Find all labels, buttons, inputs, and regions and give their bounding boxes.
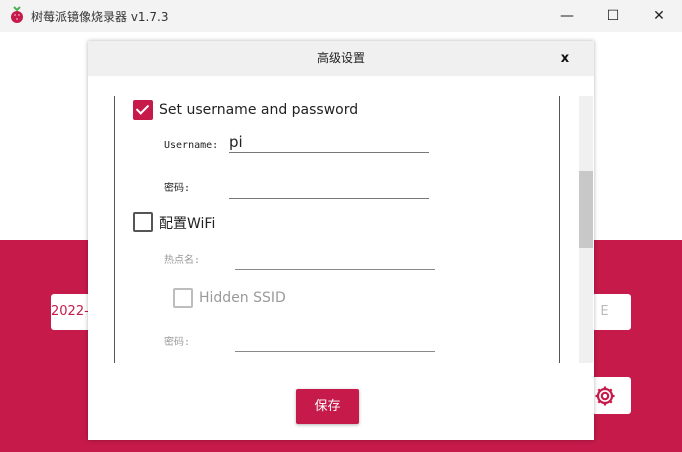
password-field[interactable] (229, 178, 429, 199)
dialog-title: 高级设置 (316, 51, 365, 65)
username-label: Username: (164, 140, 219, 151)
gear-icon (595, 386, 614, 405)
window-title: 树莓派镜像烧录器 v1.7.3 (31, 10, 169, 24)
hidden-ssid-label: Hidden SSID (199, 290, 286, 306)
maximize-button[interactable]: ☐ (590, 0, 636, 32)
ssid-label: 热点名: (164, 255, 201, 266)
username-field[interactable] (229, 132, 429, 153)
wifi-password-field[interactable] (235, 331, 435, 352)
hidden-ssid-checkbox[interactable] (173, 288, 193, 308)
advanced-settings-dialog: 高级设置 x Set username and password Usernam… (88, 41, 594, 440)
set-username-checkbox[interactable] (133, 100, 153, 120)
window-titlebar: 树莓派镜像烧录器 v1.7.3 — ☐ ✕ (0, 0, 682, 32)
minimize-button[interactable]: — (544, 0, 590, 32)
save-button[interactable]: 保存 (296, 389, 359, 424)
ssid-field[interactable] (235, 249, 435, 270)
raspberry-icon (11, 6, 23, 23)
maximize-icon: ☐ (606, 8, 620, 24)
wifi-password-label: 密码: (164, 337, 191, 348)
configure-wifi-checkbox[interactable] (133, 212, 153, 232)
close-icon: ✕ (653, 8, 665, 24)
scrollbar-thumb[interactable] (579, 171, 593, 248)
write-label: E (600, 304, 609, 319)
set-username-label: Set username and password (159, 102, 359, 118)
dialog-close-button[interactable]: x (558, 41, 572, 76)
password-label: 密码: (164, 183, 191, 194)
configure-wifi-label: 配置WiFi (159, 216, 216, 232)
minimize-icon: — (560, 8, 574, 24)
close-window-button[interactable]: ✕ (636, 0, 682, 32)
